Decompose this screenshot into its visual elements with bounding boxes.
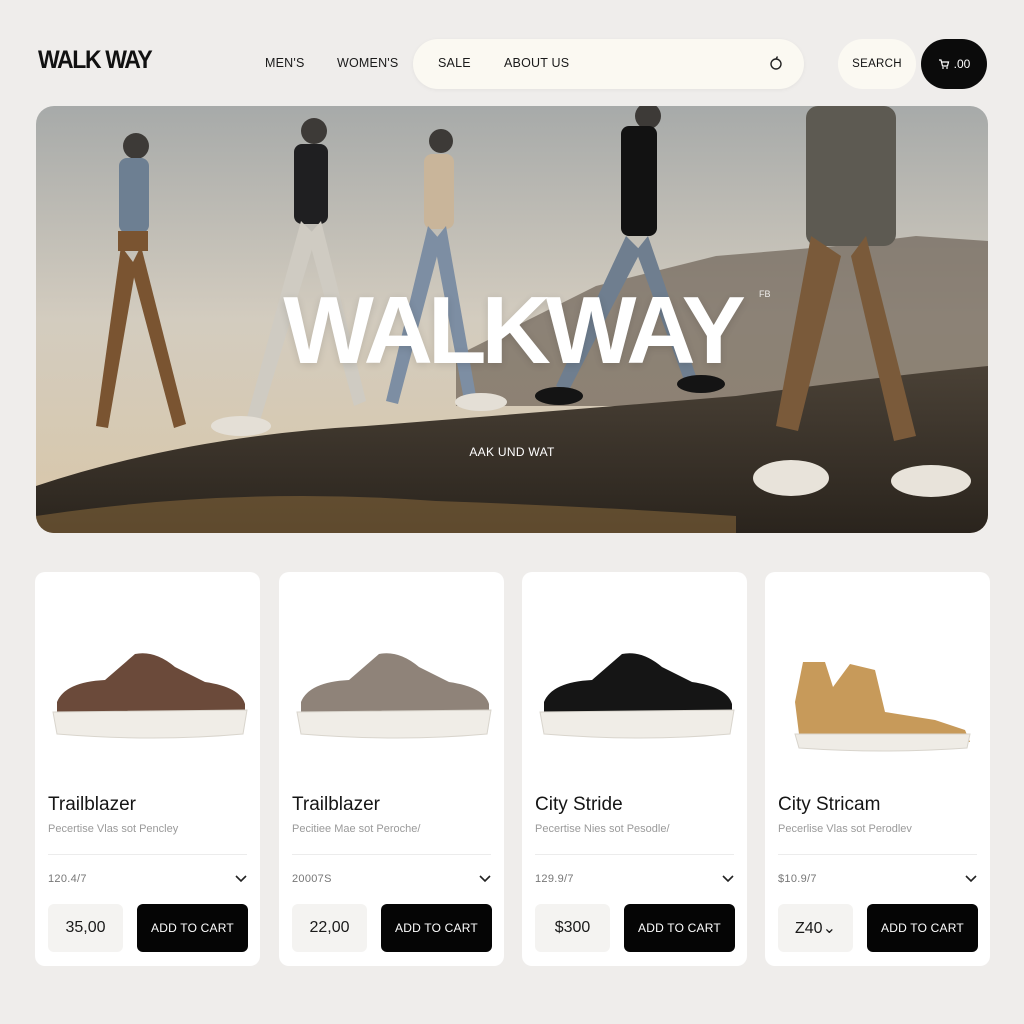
- product-description: Pecertise Nies sot Pesodle/: [535, 823, 670, 835]
- product-name[interactable]: City Stricam: [778, 794, 880, 816]
- product-meta: 20007S: [292, 873, 332, 885]
- chevron-down-icon[interactable]: [234, 871, 248, 885]
- product-description: Pecitiee Mae sot Peroche/: [292, 823, 421, 835]
- search-button-label: SEARCH: [852, 58, 902, 70]
- hero-title: WALKWAY: [283, 277, 745, 384]
- card-divider: [48, 854, 247, 855]
- card-divider: [778, 854, 977, 855]
- product-price: Z40⌄: [778, 904, 853, 952]
- product-image[interactable]: [775, 642, 980, 752]
- product-price: 22,00: [292, 904, 367, 952]
- nav-pill: [413, 39, 804, 89]
- hero-banner: WALKWAY FB AAK UND WAT: [36, 106, 988, 533]
- product-card[interactable]: City Stricam Pecerlise Vlas sot Perodlev…: [765, 572, 990, 966]
- add-to-cart-button[interactable]: ADD TO CART: [867, 904, 978, 952]
- site-logo[interactable]: WALK WAY: [38, 46, 153, 75]
- cart-total: .00: [953, 57, 971, 71]
- product-description: Pecerlise Vlas sot Perodlev: [778, 823, 912, 835]
- cart-icon: [938, 59, 949, 69]
- search-icon[interactable]: [766, 53, 786, 73]
- hero-tagline: AAK UND WAT: [469, 445, 555, 459]
- product-image[interactable]: [532, 642, 737, 752]
- add-to-cart-button[interactable]: ADD TO CART: [624, 904, 735, 952]
- product-card[interactable]: Trailblazer Pecitiee Mae sot Peroche/ 20…: [279, 572, 504, 966]
- cart-button[interactable]: .00: [921, 39, 987, 89]
- add-to-cart-button[interactable]: ADD TO CART: [381, 904, 492, 952]
- add-to-cart-button[interactable]: ADD TO CART: [137, 904, 248, 952]
- product-name[interactable]: Trailblazer: [292, 794, 380, 816]
- nav-link-womens[interactable]: WOMEN'S: [337, 56, 398, 70]
- nav-link-sale[interactable]: SALE: [438, 56, 471, 70]
- card-divider: [535, 854, 734, 855]
- nav-link-about-us[interactable]: ABOUT US: [504, 56, 569, 70]
- product-image[interactable]: [289, 642, 494, 752]
- product-meta: 129.9/7: [535, 873, 574, 885]
- hero-mark: FB: [759, 289, 771, 299]
- product-card[interactable]: City Stride Pecertise Nies sot Pesodle/ …: [522, 572, 747, 966]
- product-price: 35,00: [48, 904, 123, 952]
- card-divider: [292, 854, 491, 855]
- product-name[interactable]: City Stride: [535, 794, 623, 816]
- product-card[interactable]: Trailblazer Pecertise Vlas sot Pencley 1…: [35, 572, 260, 966]
- product-image[interactable]: [45, 642, 250, 752]
- search-button[interactable]: SEARCH: [838, 39, 916, 89]
- product-meta: 120.4/7: [48, 873, 87, 885]
- nav-link-mens[interactable]: MEN'S: [265, 56, 305, 70]
- product-name[interactable]: Trailblazer: [48, 794, 136, 816]
- chevron-down-icon[interactable]: [478, 871, 492, 885]
- chevron-down-icon[interactable]: [964, 871, 978, 885]
- product-description: Pecertise Vlas sot Pencley: [48, 823, 179, 835]
- product-price: $300: [535, 904, 610, 952]
- product-meta: $10.9/7: [778, 873, 817, 885]
- chevron-down-icon[interactable]: [721, 871, 735, 885]
